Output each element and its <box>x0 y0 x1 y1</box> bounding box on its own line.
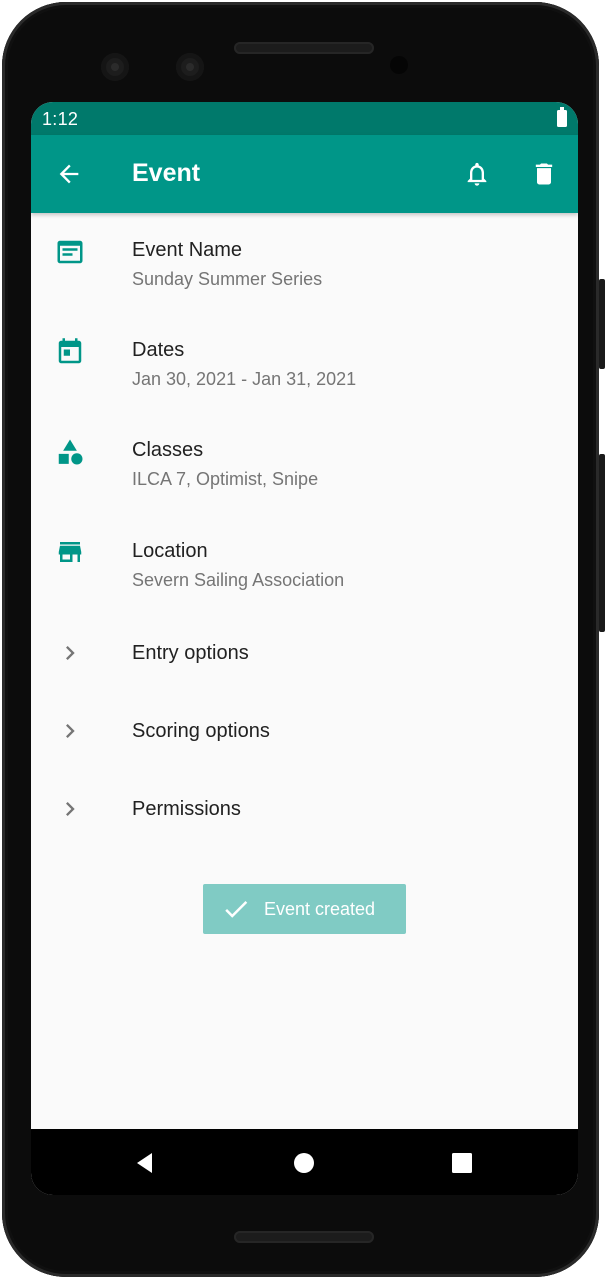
notifications-button[interactable] <box>463 160 491 188</box>
volume-button <box>599 454 605 632</box>
power-button <box>599 279 605 369</box>
front-camera-right <box>176 53 204 81</box>
event-name-label: Event Name <box>132 239 243 261</box>
arrow-back-icon <box>59 164 79 184</box>
dates-item[interactable]: Dates Jan 30, 2021 - Jan 31, 2021 <box>31 313 578 413</box>
battery-icon <box>557 107 567 127</box>
permissions-section[interactable]: Permissions <box>31 769 578 847</box>
chevron-right-icon <box>55 794 85 824</box>
store-icon <box>55 537 85 567</box>
chevron-right-icon <box>55 638 85 668</box>
scoring-options-section[interactable]: Scoring options <box>31 691 578 769</box>
scoring-options-label: Scoring options <box>132 720 270 742</box>
square-recents-icon <box>452 1153 472 1173</box>
system-navigation-bar <box>31 1129 578 1195</box>
check-icon <box>221 894 251 924</box>
event-name-item[interactable]: Event Name Sunday Summer Series <box>31 213 578 313</box>
nav-recents-button[interactable] <box>448 1149 476 1177</box>
event-created-toast: Event created <box>203 884 406 934</box>
event-note-icon <box>55 237 85 267</box>
dates-label: Dates <box>132 339 185 361</box>
dates-value: Jan 30, 2021 - Jan 31, 2021 <box>132 369 357 389</box>
event-name-value: Sunday Summer Series <box>132 269 323 289</box>
delete-button[interactable] <box>530 160 558 188</box>
category-shapes-icon <box>55 437 85 467</box>
top-speaker-grille <box>234 42 374 54</box>
proximity-sensor <box>390 56 408 74</box>
permissions-label: Permissions <box>132 798 241 820</box>
classes-value: ILCA 7, Optimist, Snipe <box>132 469 319 489</box>
front-camera-left <box>101 53 129 81</box>
calendar-icon <box>55 337 85 367</box>
phone-frame: 1:12 Event Event Name Sunday Summer Seri… <box>2 2 605 1277</box>
circle-home-icon <box>294 1153 314 1173</box>
toast-message: Event created <box>264 898 376 919</box>
location-label: Location <box>132 540 208 562</box>
bell-icon <box>467 162 487 186</box>
page-title: Event <box>132 159 201 187</box>
trash-icon <box>535 163 553 185</box>
nav-back-button[interactable] <box>131 1149 159 1177</box>
classes-item[interactable]: Classes ILCA 7, Optimist, Snipe <box>31 413 578 513</box>
status-bar: 1:12 <box>31 102 578 135</box>
status-time: 1:12 <box>42 109 79 129</box>
nav-home-button[interactable] <box>290 1149 318 1177</box>
classes-label: Classes <box>132 439 204 461</box>
location-item[interactable]: Location Severn Sailing Association <box>31 513 578 613</box>
triangle-back-icon <box>137 1153 152 1173</box>
screen: 1:12 Event Event Name Sunday Summer Seri… <box>31 102 578 1195</box>
entry-options-label: Entry options <box>132 642 249 664</box>
location-value: Severn Sailing Association <box>132 570 345 590</box>
bottom-speaker-grille <box>234 1231 374 1243</box>
back-button[interactable] <box>55 160 83 188</box>
app-bar: Event <box>31 135 578 213</box>
entry-options-section[interactable]: Entry options <box>31 613 578 691</box>
chevron-right-icon <box>55 716 85 746</box>
